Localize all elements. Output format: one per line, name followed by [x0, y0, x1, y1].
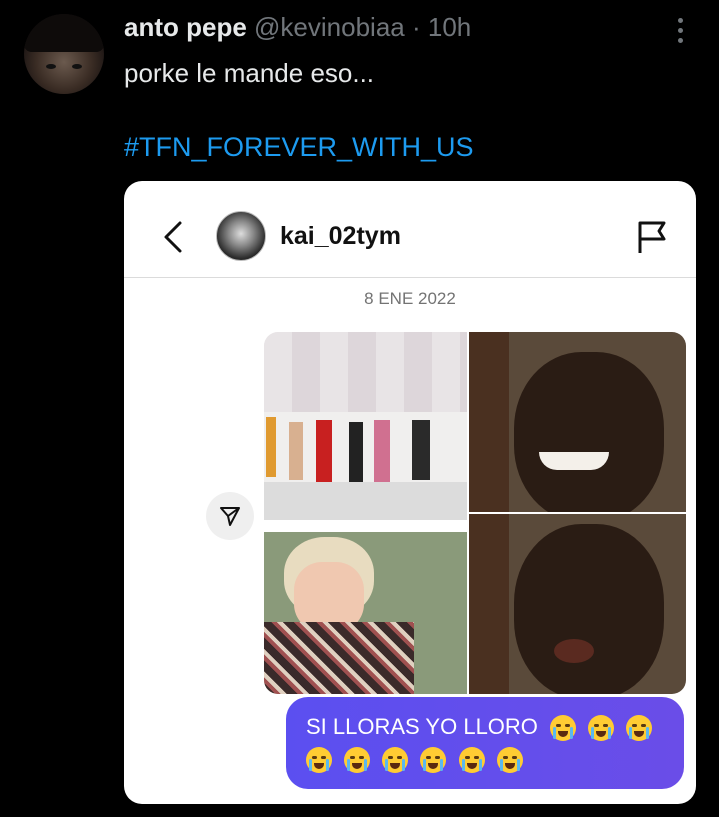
share-button — [206, 492, 254, 540]
reaction-smile-photo — [469, 332, 686, 512]
loudly-crying-emoji-icon — [458, 747, 485, 774]
meme-collage-image — [264, 332, 686, 694]
tweet-text: porke le mande eso... — [124, 58, 375, 88]
dm-user-avatar — [216, 211, 266, 261]
message-bubble: SI LLORAS YO LLORO — [286, 697, 684, 789]
dm-username: kai_02tym — [280, 222, 401, 250]
author-avatar[interactable] — [24, 14, 104, 94]
hashtag-link[interactable]: #TFN_FOREVER_WITH_US — [124, 132, 474, 163]
send-icon — [220, 507, 240, 526]
author-name[interactable]: anto pepe — [124, 12, 247, 42]
loudly-crying-emoji-icon — [588, 715, 615, 742]
reaction-sad-photo — [469, 514, 686, 694]
header-divider — [124, 277, 696, 278]
loudly-crying-emoji-icon — [626, 715, 653, 742]
author-handle[interactable]: @kevinobiaa — [254, 12, 405, 42]
tweet-header: anto pepe @kevinobiaa · 10h — [124, 12, 471, 43]
flag-icon — [638, 221, 666, 253]
loudly-crying-emoji-icon — [496, 747, 523, 774]
loudly-crying-emoji-icon — [344, 747, 371, 774]
chat-date: 8 ENE 2022 — [364, 289, 456, 308]
separator-dot: · — [411, 12, 421, 42]
back-chevron-icon — [164, 221, 182, 253]
loudly-crying-emoji-icon — [382, 747, 409, 774]
attached-image[interactable]: kai_02tym 8 ENE 2022 SI LLORAS YO LLORO — [124, 181, 696, 804]
loudly-crying-emoji-icon — [420, 747, 447, 774]
loudly-crying-emoji-icon — [306, 747, 332, 774]
more-options-icon[interactable] — [674, 16, 686, 46]
dancers-photo — [264, 332, 467, 520]
tweet-time[interactable]: 10h — [428, 12, 471, 42]
message-text: SI LLORAS YO LLORO — [306, 714, 538, 739]
loudly-crying-emoji-icon — [550, 715, 577, 742]
crying-person-photo — [264, 532, 467, 694]
